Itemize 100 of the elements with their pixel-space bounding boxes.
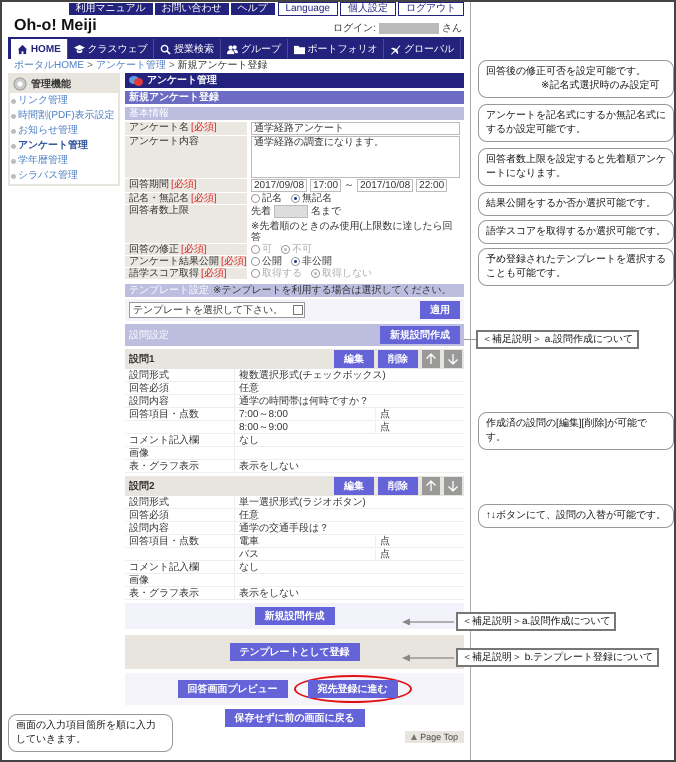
text-area[interactable]: 通学経路の調査になります。 (251, 136, 460, 178)
radio-button[interactable] (291, 257, 300, 266)
callout-text: 回答後の修正可否を設定可能です。 (486, 65, 647, 79)
callout-text: 予め登録されたテンプレートを選択することも可能です。 (486, 253, 666, 281)
nav-icon (160, 44, 172, 54)
radio-button[interactable] (251, 257, 260, 266)
nav-tab[interactable]: グループ (221, 39, 288, 59)
name-mask (379, 22, 439, 34)
arrow-icon (402, 618, 456, 626)
nav-tab[interactable]: ポートフォリオ (288, 39, 384, 59)
callout-text: 画面の入力項目箇所を順に入力していきます。 (16, 719, 157, 747)
header-link[interactable]: お問い合わせ (154, 2, 230, 16)
arrow-down-icon (447, 353, 459, 365)
row-label: 回答項目・点数 (129, 536, 199, 547)
group-title: 基本情報 (125, 107, 464, 120)
date-field[interactable]: 2017/10/08 (357, 179, 414, 192)
date-field[interactable]: 2017/09/08 (251, 179, 308, 192)
sidebar-title: 管理機能 (31, 78, 71, 91)
callout-text: アンケートを記名式にするか無記名式にするか設定可能です。 (486, 109, 666, 137)
breadcrumb-link[interactable]: アンケート管理 (96, 60, 166, 72)
callout-text: ※記名式選択時のみ設定可 (540, 79, 660, 93)
nav-tab[interactable]: HOME (11, 39, 68, 59)
option-label: 非公開 (302, 256, 332, 267)
new-question-button[interactable]: 新規設問作成 (380, 326, 460, 344)
score-unit: 点 (375, 536, 460, 547)
option-label: 取得しない (322, 268, 372, 279)
arrow-icon (402, 654, 456, 662)
row-label: 表・グラフ表示 (129, 461, 199, 472)
number-field[interactable] (274, 205, 308, 218)
arrow-down-icon (447, 480, 459, 492)
note-label: ＜補足説明＞ a.設問作成について (476, 330, 640, 349)
question-title: 設問1 (129, 352, 156, 366)
header-link[interactable]: ヘルプ (230, 2, 276, 16)
header-link[interactable]: Language (278, 2, 338, 16)
apply-button[interactable]: 適用 (420, 301, 460, 319)
back-button[interactable]: 保存せずに前の画面に戻る (224, 709, 364, 727)
field-label: 回答者数上限 (129, 205, 189, 216)
row-value: 通学の交通手段は？ (239, 523, 329, 534)
time-field[interactable]: 17:00 (310, 179, 342, 192)
nav-tab[interactable]: グローバル (384, 39, 462, 59)
row-value: 表示をしない (239, 588, 299, 599)
score-unit: 点 (375, 409, 460, 420)
template-select[interactable]: テンプレートを選択して下さい。 (129, 302, 305, 318)
radio-button[interactable] (291, 194, 300, 203)
move-up-button[interactable] (422, 477, 440, 495)
page-top-link[interactable]: Page Top (405, 731, 464, 743)
move-down-button[interactable] (444, 350, 462, 368)
required-tag: [必須] (171, 179, 197, 190)
row-label: 画像 (129, 575, 149, 586)
template-note: ※テンプレートを利用する場合は選択してください。 (213, 285, 452, 296)
sidebar-link[interactable]: リンク管理 (11, 95, 117, 107)
leader-line (464, 339, 476, 340)
edit-button[interactable]: 編集 (334, 477, 374, 495)
header-link[interactable]: 個人設定 (340, 2, 396, 16)
page-title: 新規アンケート登録 (125, 91, 464, 104)
logo: Oh-o! Meiji (14, 17, 97, 35)
nav-tab[interactable]: 授業検索 (154, 39, 222, 59)
new-question-button[interactable]: 新規設問作成 (254, 607, 334, 625)
action-button[interactable]: 回答画面プレビュー (178, 680, 288, 698)
score-unit: 点 (375, 422, 460, 433)
sidebar-link[interactable]: シラバス管理 (11, 170, 117, 182)
text-field[interactable]: 通学経路アンケート (251, 122, 460, 135)
sidebar-link[interactable]: アンケート管理 (11, 140, 117, 152)
nav-tab[interactable]: クラスウェブ (68, 39, 154, 59)
delete-button[interactable]: 削除 (378, 477, 418, 495)
breadcrumb-link[interactable]: ポータルHOME (14, 60, 84, 72)
nav-icon (74, 44, 84, 54)
row-value: なし (239, 562, 259, 573)
header-link[interactable]: 利用マニュアル (68, 2, 154, 16)
login-suffix: さん (442, 22, 462, 35)
row-label: 回答必須 (129, 510, 169, 521)
move-down-button[interactable] (444, 477, 462, 495)
register-template-button[interactable]: テンプレートとして登録 (230, 643, 360, 661)
callout-text: 結果公開をするか否か選択可能です。 (486, 197, 657, 211)
required-tag: [必須] (191, 193, 217, 204)
required-tag: [必須] (191, 122, 217, 133)
breadcrumb-separator: > (87, 60, 93, 72)
sidebar-link[interactable]: 時間割(PDF)表示設定 (11, 110, 117, 122)
time-field[interactable]: 22:00 (416, 179, 448, 192)
sidebar-link[interactable]: 学年暦管理 (11, 155, 117, 167)
sidebar-link[interactable]: お知らせ管理 (11, 125, 117, 137)
field-note: ※先着順のときのみ使用(上限数に達したら回答 (251, 221, 454, 243)
field-prefix: 先着 (251, 206, 271, 217)
row-label: コメント記入欄 (129, 562, 199, 573)
delete-button[interactable]: 削除 (378, 350, 418, 368)
group-title: テンプレート設定 (129, 285, 209, 296)
action-button[interactable]: 宛先登録に進む (308, 680, 398, 698)
field-label: 語学スコア取得 (129, 268, 199, 279)
row-label: 表・グラフ表示 (129, 588, 199, 599)
required-tag: [必須] (221, 256, 247, 267)
row-value: 通学の時間帯は何時ですか？ (239, 396, 369, 407)
group-title: 設問設定 (129, 328, 169, 342)
option-label: 可 (262, 244, 272, 255)
edit-button[interactable]: 編集 (334, 350, 374, 368)
header-link[interactable]: ログアウト (398, 2, 464, 16)
radio-button[interactable] (251, 194, 260, 203)
required-tag: [必須] (201, 268, 227, 279)
note-label: ＜補足説明＞ b.テンプレート登録について (456, 648, 660, 667)
callout-text: 作成済の設問の[編集][削除]が可能です。 (486, 417, 648, 445)
move-up-button[interactable] (422, 350, 440, 368)
